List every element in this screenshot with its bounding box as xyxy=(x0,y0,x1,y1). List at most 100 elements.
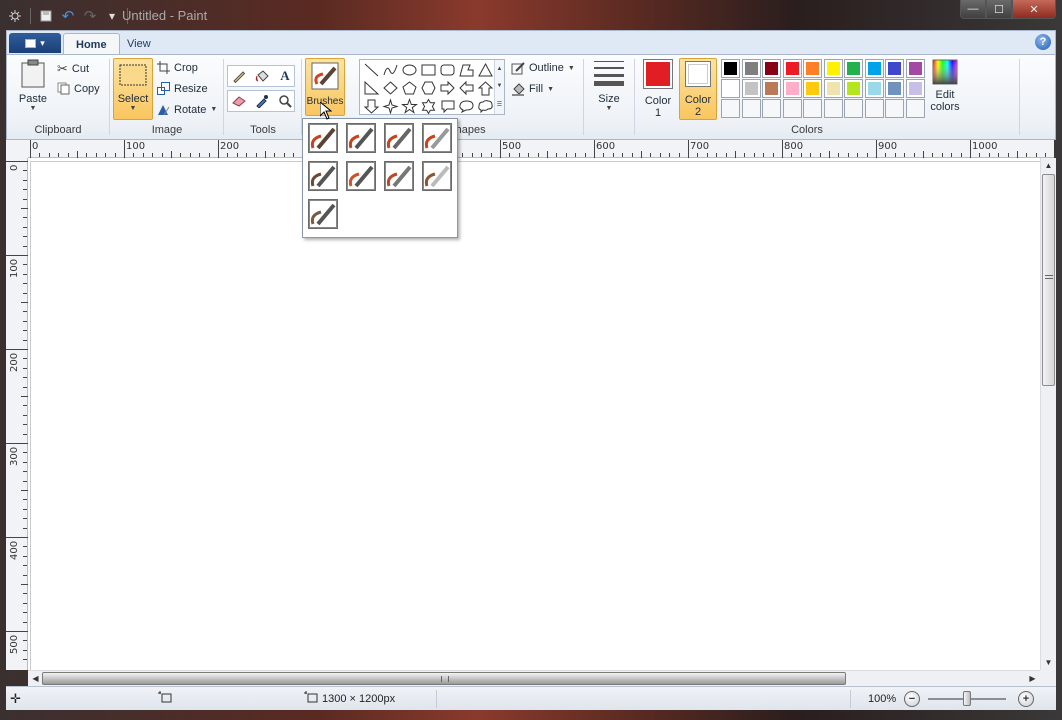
palette-color-swatch[interactable] xyxy=(741,59,761,78)
shape-pentagon-icon[interactable] xyxy=(400,79,419,97)
palette-color-swatch[interactable] xyxy=(885,79,904,98)
select-button[interactable]: Select ▼ xyxy=(113,58,153,120)
custom-color-slot[interactable] xyxy=(885,99,904,118)
shape-line-icon[interactable] xyxy=(362,61,381,79)
shape-cloud-callout-icon[interactable] xyxy=(476,97,495,115)
shapes-scrollbar[interactable]: ▲ ▼ ☰ xyxy=(494,60,504,114)
custom-color-slot[interactable] xyxy=(803,99,822,118)
scroll-up-arrow[interactable]: ▲ xyxy=(1041,158,1056,173)
palette-color-swatch[interactable] xyxy=(782,59,802,78)
expand-gallery-icon[interactable]: ☰ xyxy=(497,101,502,108)
palette-color-swatch[interactable] xyxy=(823,59,843,78)
eraser-icon[interactable] xyxy=(228,91,250,111)
fill-bucket-icon[interactable] xyxy=(251,66,273,86)
horizontal-scroll-thumb[interactable] xyxy=(42,672,846,685)
palette-color-swatch[interactable] xyxy=(762,79,781,98)
shape-left-arrow-icon[interactable] xyxy=(457,79,476,97)
shape-polygon-icon[interactable] xyxy=(457,61,476,79)
shape-rounded-rectangle-icon[interactable] xyxy=(438,61,457,79)
shape-four-point-star-icon[interactable] xyxy=(381,97,400,115)
brush-option[interactable] xyxy=(422,123,452,153)
palette-color-swatch[interactable] xyxy=(844,59,863,78)
size-button[interactable]: Size ▼ xyxy=(589,59,629,112)
shape-triangle-icon[interactable] xyxy=(476,61,495,79)
redo-icon[interactable]: ↷ xyxy=(81,7,99,25)
palette-color-swatch[interactable] xyxy=(762,59,781,78)
scroll-left-arrow[interactable]: ◀ xyxy=(28,671,43,686)
copy-button[interactable]: Copy xyxy=(57,82,100,95)
palette-color-swatch[interactable] xyxy=(905,79,925,98)
brush-option[interactable] xyxy=(308,161,338,191)
color2-button[interactable]: Color 2 xyxy=(679,58,717,120)
close-button[interactable]: ✕ xyxy=(1012,0,1056,19)
brush-option[interactable] xyxy=(384,123,414,153)
custom-color-slot[interactable] xyxy=(762,99,781,118)
shape-right-arrow-icon[interactable] xyxy=(438,79,457,97)
system-menu-icon[interactable] xyxy=(6,7,24,25)
scroll-down-arrow[interactable]: ▼ xyxy=(1041,655,1056,670)
palette-color-swatch[interactable] xyxy=(885,59,904,78)
vertical-scrollbar[interactable]: ▲ ▼ xyxy=(1040,158,1056,670)
fill-button[interactable]: Fill ▼ xyxy=(511,82,554,96)
save-icon[interactable] xyxy=(37,7,55,25)
palette-color-swatch[interactable] xyxy=(905,59,925,78)
custom-color-slot[interactable] xyxy=(741,99,761,118)
drawing-canvas[interactable] xyxy=(30,161,1040,670)
shape-rounded-rect-callout-icon[interactable] xyxy=(438,97,457,115)
palette-color-swatch[interactable] xyxy=(721,59,740,78)
minimize-button[interactable]: — xyxy=(960,0,986,19)
palette-color-swatch[interactable] xyxy=(741,79,761,98)
custom-color-slot[interactable] xyxy=(864,99,884,118)
custom-color-slot[interactable] xyxy=(721,99,740,118)
shape-diamond-icon[interactable] xyxy=(381,79,400,97)
custom-color-slot[interactable] xyxy=(844,99,863,118)
brush-option[interactable] xyxy=(346,123,376,153)
rotate-button[interactable]: Rotate ▼ xyxy=(157,103,217,116)
shape-right-triangle-icon[interactable] xyxy=(362,79,381,97)
brush-option[interactable] xyxy=(384,161,414,191)
tab-home[interactable]: Home xyxy=(63,33,120,55)
pencil-icon[interactable] xyxy=(228,66,250,86)
palette-color-swatch[interactable] xyxy=(782,79,802,98)
text-tool-icon[interactable]: A xyxy=(274,66,296,86)
horizontal-scrollbar[interactable]: ◀ ▶ xyxy=(28,670,1040,686)
cut-button[interactable]: ✂ Cut xyxy=(57,61,89,77)
paste-button[interactable]: Paste ▼ xyxy=(13,59,53,112)
resize-button[interactable]: Resize xyxy=(157,82,208,95)
palette-color-swatch[interactable] xyxy=(864,59,884,78)
custom-color-slot[interactable] xyxy=(823,99,843,118)
crop-button[interactable]: Crop xyxy=(157,61,198,74)
shape-six-point-star-icon[interactable] xyxy=(419,97,438,115)
maximize-button[interactable]: ☐ xyxy=(986,0,1012,19)
palette-color-swatch[interactable] xyxy=(721,79,740,98)
shape-curve-icon[interactable] xyxy=(381,61,400,79)
brush-option[interactable] xyxy=(422,161,452,191)
tab-view[interactable]: View xyxy=(115,33,163,55)
zoom-out-button[interactable]: − xyxy=(904,691,920,707)
palette-color-swatch[interactable] xyxy=(844,79,863,98)
scroll-up-icon[interactable]: ▲ xyxy=(497,66,503,72)
outline-button[interactable]: Outline ▼ xyxy=(511,61,575,75)
color-picker-icon[interactable] xyxy=(251,91,273,111)
palette-color-swatch[interactable] xyxy=(823,79,843,98)
custom-color-slot[interactable] xyxy=(905,99,925,118)
vertical-scroll-thumb[interactable] xyxy=(1042,174,1055,386)
custom-color-slot[interactable] xyxy=(782,99,802,118)
palette-color-swatch[interactable] xyxy=(803,59,822,78)
shape-rectangle-icon[interactable] xyxy=(419,61,438,79)
scroll-right-arrow[interactable]: ▶ xyxy=(1025,671,1040,686)
zoom-in-button[interactable]: + xyxy=(1018,691,1034,707)
shape-down-arrow-icon[interactable] xyxy=(362,97,381,115)
paint-menu-button[interactable]: ▾ xyxy=(9,33,61,53)
edit-colors-button[interactable]: Edit colors xyxy=(923,59,967,113)
shape-five-point-star-icon[interactable] xyxy=(400,97,419,115)
customize-qat-icon[interactable]: ▾ xyxy=(103,7,121,25)
scroll-down-icon[interactable]: ▼ xyxy=(497,83,503,89)
palette-color-swatch[interactable] xyxy=(864,79,884,98)
shape-oval-callout-icon[interactable] xyxy=(457,97,476,115)
shape-oval-icon[interactable] xyxy=(400,61,419,79)
magnifier-icon[interactable] xyxy=(274,91,296,111)
shape-up-arrow-icon[interactable] xyxy=(476,79,495,97)
brush-option[interactable] xyxy=(308,199,338,229)
brush-option[interactable] xyxy=(346,161,376,191)
